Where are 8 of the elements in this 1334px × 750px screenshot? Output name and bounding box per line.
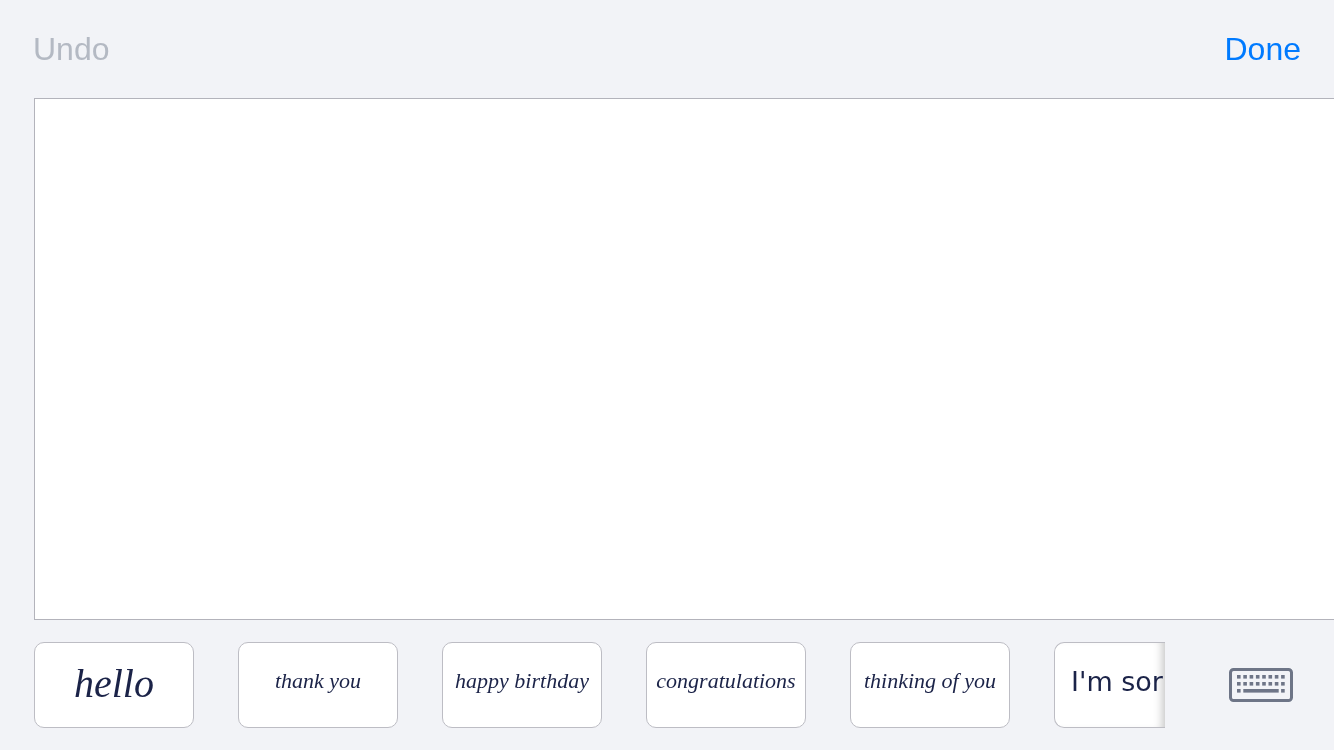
handwriting-phrase-button[interactable]: I'm sor [1054, 642, 1165, 728]
handwriting-phrase-button[interactable]: congratulations [646, 642, 806, 728]
done-button[interactable]: Done [1224, 29, 1301, 69]
handwriting-phrase-button[interactable]: thinking of you [850, 642, 1010, 728]
handwriting-phrase-button[interactable]: hello [34, 642, 194, 728]
handwriting-phrase-button[interactable]: thank you [238, 642, 398, 728]
keyboard-icon[interactable] [1229, 668, 1293, 702]
handwriting-phrase-button[interactable]: happy birthday [442, 642, 602, 728]
